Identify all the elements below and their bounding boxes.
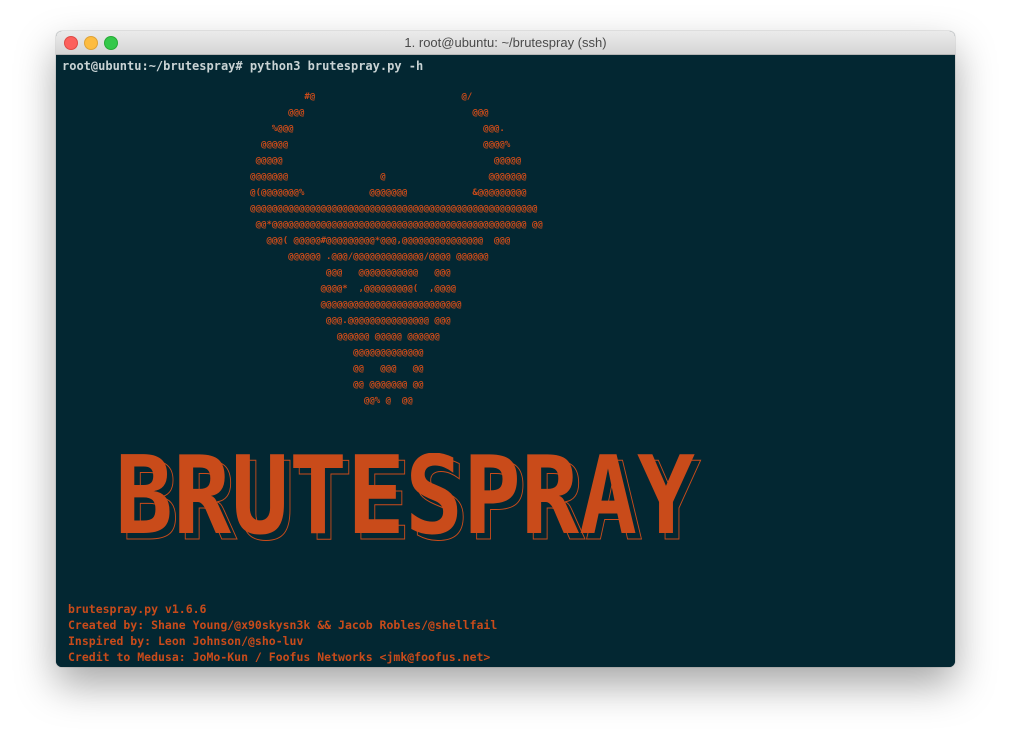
ascii-art-logo: #@ @/ @@@ @@@ %@@@ @@@. @@@@@ @@@@% @@@@… bbox=[250, 92, 543, 406]
terminal-window: 1. root@ubuntu: ~/brutespray (ssh) root@… bbox=[56, 31, 955, 667]
credit-medusa-line: Credit to Medusa: JoMo-Kun / Foofus Netw… bbox=[68, 650, 491, 664]
banner-text: BRUTESPRAY bbox=[115, 453, 695, 553]
inspired-by-line: Inspired by: Leon Johnson/@sho-luv bbox=[68, 634, 304, 648]
window-title: 1. root@ubuntu: ~/brutespray (ssh) bbox=[404, 35, 607, 50]
version-line: brutespray.py v1.6.6 bbox=[68, 602, 207, 616]
title-bar: 1. root@ubuntu: ~/brutespray (ssh) bbox=[56, 31, 955, 55]
brutespray-banner: BRUTESPRAY BRUTESPRAY bbox=[115, 453, 702, 553]
credits-block: brutespray.py v1.6.6 Created by: Shane Y… bbox=[68, 601, 497, 665]
command-prompt-line: root@ubuntu:~/brutespray# python3 brutes… bbox=[62, 59, 424, 73]
terminal-output[interactable]: root@ubuntu:~/brutespray# python3 brutes… bbox=[56, 55, 955, 667]
created-by-line: Created by: Shane Young/@x90skysn3k && J… bbox=[68, 618, 498, 632]
